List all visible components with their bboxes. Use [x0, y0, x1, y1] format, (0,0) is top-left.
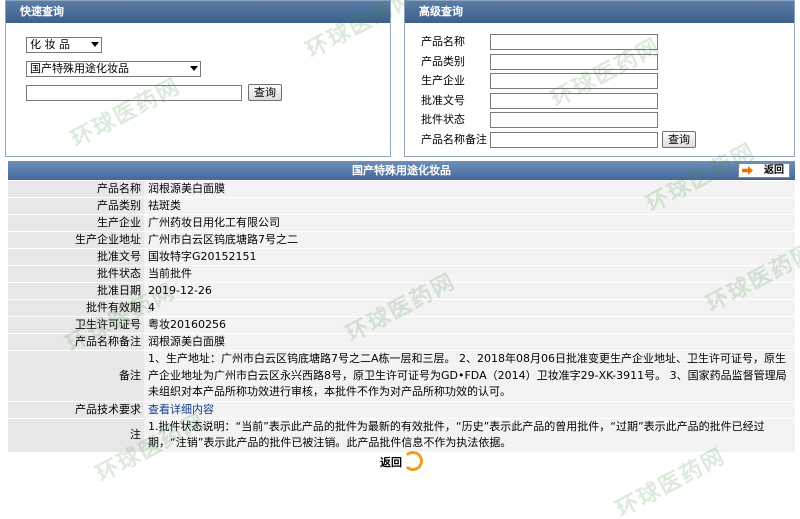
table-row: 卫生许可证号 粤妆20160256 — [8, 316, 795, 334]
note-value: 1.批件状态说明：“当前”表示此产品的批件为最新的有效批件，“历史”表示此产品的… — [144, 418, 795, 453]
row-key: 备注 — [8, 350, 144, 402]
row-value: 润根源美白面膜 — [144, 333, 795, 351]
row-key: 卫生许可证号 — [8, 316, 144, 334]
row-key: 生产企业地址 — [8, 231, 144, 249]
table-row: 批件状态 当前批件 — [8, 265, 795, 283]
back-button-bottom-label: 返回 — [380, 456, 402, 469]
table-row: 产品名称备注 润根源美白面膜 — [8, 333, 795, 351]
quick-search-title: 快速查询 — [6, 1, 390, 23]
row-value: 4 — [144, 299, 795, 317]
row-key: 批准文号 — [8, 248, 144, 266]
chevron-down-icon — [190, 66, 198, 71]
remark-value: 1、生产地址：广州市白云区钨底塘路7号之二A栋一层和三层。 2、2018年08月… — [144, 350, 795, 402]
subcategory-select[interactable]: 国产特殊用途化妆品 — [26, 61, 201, 77]
adv-label-approval-status: 批件状态 — [421, 113, 465, 126]
adv-label-product-category: 产品类别 — [421, 55, 465, 68]
adv-label-product-name: 产品名称 — [421, 35, 465, 48]
row-key: 产品类别 — [8, 197, 144, 215]
adv-label-name-remark: 产品名称备注 — [421, 133, 487, 146]
row-key: 生产企业 — [8, 214, 144, 232]
view-details-link[interactable]: 查看详细内容 — [148, 403, 214, 416]
adv-input-manufacturer[interactable] — [490, 73, 658, 89]
keyword-input[interactable] — [26, 85, 242, 101]
back-button-top[interactable]: 返回 — [738, 163, 790, 178]
row-value: 当前批件 — [144, 265, 795, 283]
category-select[interactable]: 化 妆 品 — [26, 37, 102, 53]
table-row: 产品名称 润根源美白面膜 — [8, 181, 795, 198]
table-row: 产品技术要求 查看详细内容 — [8, 401, 795, 419]
table-row: 批件有效期 4 — [8, 299, 795, 317]
adv-input-approval-number[interactable] — [490, 93, 658, 109]
table-row: 批准文号 国妆特字G20152151 — [8, 248, 795, 266]
row-value: 查看详细内容 — [144, 401, 795, 419]
row-key: 产品名称 — [8, 181, 144, 198]
quick-search-button[interactable]: 查询 — [248, 84, 282, 101]
adv-label-manufacturer: 生产企业 — [421, 74, 465, 87]
table-row: 注 1.批件状态说明：“当前”表示此产品的批件为最新的有效批件，“历史”表示此产品… — [8, 418, 795, 453]
adv-label-approval-number: 批准文号 — [421, 94, 465, 107]
row-key: 注 — [8, 418, 144, 453]
row-value: 广州市白云区钨底塘路7号之二 — [144, 231, 795, 249]
row-value: 国妆特字G20152151 — [144, 248, 795, 266]
advanced-search-button[interactable]: 查询 — [662, 131, 696, 148]
adv-input-approval-status[interactable] — [490, 112, 658, 128]
table-row: 备注 1、生产地址：广州市白云区钨底塘路7号之二A栋一层和三层。 2、2018年0… — [8, 350, 795, 402]
row-value: 广州药妆日用化工有限公司 — [144, 214, 795, 232]
back-button-bottom[interactable]: 返回 — [380, 450, 423, 472]
detail-table: 产品名称 润根源美白面膜 产品类别 祛斑类 生产企业 广州药妆日用化工有限公司 生产企… — [8, 181, 795, 453]
table-row: 批准日期 2019-12-26 — [8, 282, 795, 300]
table-row: 生产企业地址 广州市白云区钨底塘路7号之二 — [8, 231, 795, 249]
row-key: 产品技术要求 — [8, 401, 144, 419]
table-row: 产品类别 祛斑类 — [8, 197, 795, 215]
subcategory-select-value: 国产特殊用途化妆品 — [30, 62, 129, 75]
row-value: 2019-12-26 — [144, 282, 795, 300]
return-ring-icon — [403, 451, 423, 471]
quick-search-panel: 快速查询 化 妆 品 国产特殊用途化妆品 查询 — [5, 0, 391, 157]
adv-input-name-remark[interactable] — [490, 132, 658, 148]
row-key: 产品名称备注 — [8, 333, 144, 351]
back-button-top-label: 返回 — [764, 165, 784, 176]
result-header: 国产特殊用途化妆品 返回 — [8, 161, 795, 180]
row-key: 批件有效期 — [8, 299, 144, 317]
adv-input-product-category[interactable] — [490, 54, 658, 70]
row-key: 批件状态 — [8, 265, 144, 283]
adv-input-product-name[interactable] — [490, 34, 658, 50]
row-key: 批准日期 — [8, 282, 144, 300]
row-value: 润根源美白面膜 — [144, 181, 795, 198]
advanced-search-panel: 高级查询 产品名称 产品类别 生产企业 批准文号 批件状态 产品名称备注 查询 — [404, 0, 795, 157]
category-select-value: 化 妆 品 — [30, 38, 70, 51]
arrow-right-icon — [742, 166, 753, 175]
result-title: 国产特殊用途化妆品 — [352, 164, 451, 177]
row-value: 祛斑类 — [144, 197, 795, 215]
advanced-search-title: 高级查询 — [405, 1, 794, 23]
row-value: 粤妆20160256 — [144, 316, 795, 334]
table-row: 生产企业 广州药妆日用化工有限公司 — [8, 214, 795, 232]
chevron-down-icon — [91, 42, 99, 47]
